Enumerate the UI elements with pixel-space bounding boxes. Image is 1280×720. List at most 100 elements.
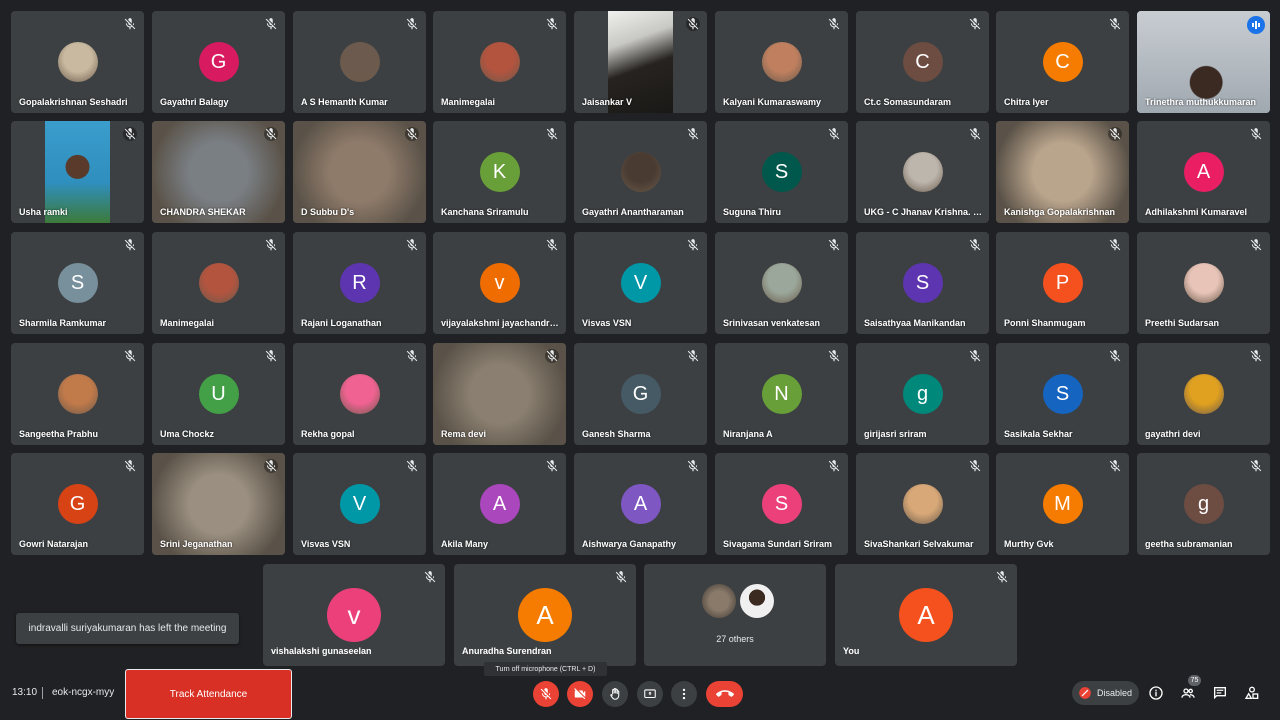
participant-muted-indicator [1249,238,1263,252]
participant-tile[interactable]: S Sivagama Sundari Sriram [715,453,848,555]
participant-avatar: v [479,263,520,303]
mic-off-icon [615,571,627,583]
participant-tile[interactable]: V Visvas VSN [293,453,426,555]
participant-tile[interactable]: C Ct.c Somasundaram [856,11,989,113]
participant-tile[interactable]: A Akila Many [433,453,566,555]
participant-name: Manimegalai [160,318,215,328]
participant-tile[interactable]: Rekha gopal [293,343,426,445]
camera-toggle-button[interactable] [567,681,593,707]
participant-name: Saisathyaa Manikandan [864,318,966,328]
participant-tile[interactable]: Manimegalai [152,232,285,334]
participant-avatar: A [518,588,572,642]
mic-off-icon [969,350,981,362]
raise-hand-icon [610,688,620,700]
participant-tile[interactable]: Sangeetha Prabhu [11,343,144,445]
chat-button[interactable] [1211,684,1229,702]
mic-off-icon [1250,128,1262,140]
participant-name: Visvas VSN [301,539,351,549]
participant-avatar: G [620,374,661,414]
participant-tile[interactable]: S Suguna Thiru [715,121,848,223]
mic-off-icon [124,350,136,362]
participant-name: Gayathri Balagy [160,97,229,107]
participant-tile[interactable]: Usha ramki [11,121,144,223]
track-attendance-button[interactable]: Track Attendance [125,669,292,719]
end-call-button[interactable] [706,681,743,707]
meeting-details-button[interactable] [1147,684,1165,702]
participant-tile[interactable]: C Chitra Iyer [996,11,1129,113]
participant-tile[interactable]: G Gowri Natarajan [11,453,144,555]
participant-tile[interactable]: U Uma Chockz [152,343,285,445]
participant-tile[interactable]: Srini Jeganathan [152,453,285,555]
participant-tile[interactable]: Kalyani Kumaraswamy [715,11,848,113]
host-controls-disabled-pill[interactable]: Disabled [1072,681,1139,705]
participant-tile[interactable]: Srinivasan venkatesan [715,232,848,334]
participant-tile[interactable]: CHANDRA SHEKAR [152,121,285,223]
mic-off-icon [546,350,558,362]
participant-tile[interactable]: Gopalakrishnan Seshadri [11,11,144,113]
participant-tile[interactable]: Kanishga Gopalakrishnan [996,121,1129,223]
more-options-button[interactable] [671,681,697,707]
participant-tile[interactable]: g girijasri sriram [856,343,989,445]
mic-off-icon [546,460,558,472]
participant-tile[interactable]: G Gayathri Balagy [152,11,285,113]
participant-tile[interactable]: v vijayalakshmi jayachandran [433,232,566,334]
participant-avatar [902,484,943,524]
meeting-code: eok-ncgx-myy [52,687,115,698]
participant-tile[interactable]: D Subbu D's [293,121,426,223]
participant-muted-indicator [264,127,278,141]
participant-tile[interactable]: Trinethra muthukkumaran [1137,11,1270,113]
participant-tile[interactable]: A Anuradha Surendran [454,564,636,666]
participant-tile[interactable]: A S Hemanth Kumar [293,11,426,113]
participant-avatar: K [479,152,520,192]
present-screen-button[interactable] [637,681,663,707]
participant-name: You [843,646,860,656]
participant-name: SivaShankari Selvakumar [864,539,974,549]
participant-muted-indicator [686,459,700,473]
mic-off-icon [969,460,981,472]
participant-tile[interactable]: g geetha subramanian [1137,453,1270,555]
participant-tile[interactable]: M Murthy Gvk [996,453,1129,555]
participant-name: Trinethra muthukkumaran [1145,97,1257,107]
participant-tile[interactable]: G Ganesh Sharma [574,343,707,445]
participant-tile[interactable]: R Rajani Loganathan [293,232,426,334]
participant-tile[interactable]: Jaisankar V [574,11,707,113]
participant-tile[interactable]: V Visvas VSN [574,232,707,334]
mic-off-icon [1109,350,1121,362]
participant-tile[interactable]: S Sasikala Sekhar [996,343,1129,445]
microphone-toggle-button[interactable] [533,681,559,707]
mic-off-icon [424,571,436,583]
participant-tile[interactable]: v vishalakshi gunaseelan [263,564,445,666]
participant-avatar: G [57,484,98,524]
participant-tile[interactable]: S Saisathyaa Manikandan [856,232,989,334]
people-icon [1181,688,1195,698]
participant-tile[interactable]: UKG - C Jhanav Krishna. S... [856,121,989,223]
participant-tile[interactable]: Rema devi [433,343,566,445]
participant-name: geetha subramanian [1145,539,1233,549]
participant-tile[interactable]: P Ponni Shanmugam [996,232,1129,334]
participant-muted-indicator [686,349,700,363]
participant-tile[interactable]: Manimegalai [433,11,566,113]
mic-off-icon [546,18,558,30]
participant-tile[interactable]: Gayathri Anantharaman [574,121,707,223]
participant-tile[interactable]: Preethi Sudarsan [1137,232,1270,334]
participant-tile[interactable]: N Niranjana A [715,343,848,445]
self-tile[interactable]: A You [835,564,1017,666]
participant-tile[interactable]: A Adhilakshmi Kumaravel [1137,121,1270,223]
participant-tile[interactable]: K Kanchana Sriramulu [433,121,566,223]
participant-name: Kalyani Kumaraswamy [723,97,822,107]
people-button[interactable] [1179,684,1197,702]
participant-tile[interactable]: SivaShankari Selvakumar [856,453,989,555]
participant-avatar: N [761,374,802,414]
other-participants-tile[interactable]: 27 others [644,564,826,666]
activities-button[interactable] [1243,684,1261,702]
mic-off-icon [828,350,840,362]
mic-off-icon [546,128,558,140]
participant-tile[interactable]: gayathri devi [1137,343,1270,445]
participant-name: Ct.c Somasundaram [864,97,952,107]
participant-muted-indicator [1249,459,1263,473]
participant-tile[interactable]: A Aishwarya Ganapathy [574,453,707,555]
participant-tile[interactable]: S Sharmila Ramkumar [11,232,144,334]
mic-off-icon [687,460,699,472]
mic-off-icon [406,128,418,140]
raise-hand-button[interactable] [602,681,628,707]
